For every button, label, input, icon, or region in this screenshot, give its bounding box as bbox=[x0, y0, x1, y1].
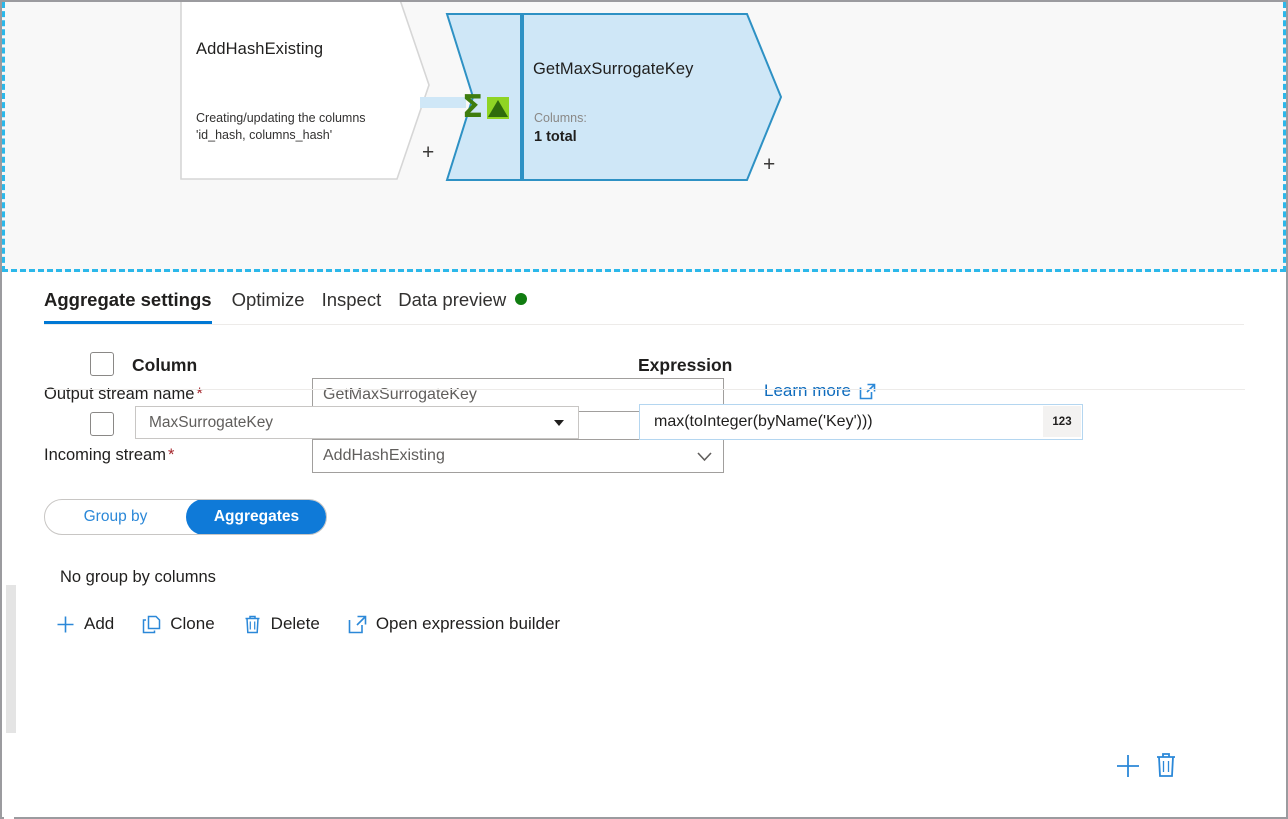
tab-label: Inspect bbox=[322, 289, 382, 310]
data-flow-transformation-window: AddHashExisting Creating/updating the co… bbox=[0, 0, 1288, 819]
delete-button[interactable]: Delete bbox=[243, 614, 320, 634]
tab-label: Data preview bbox=[398, 289, 506, 310]
expression-input[interactable]: max(toInteger(byName('Key'))) 123 bbox=[639, 404, 1083, 440]
row-select-checkbox[interactable] bbox=[90, 412, 114, 436]
aggregates-toolbar: Add Clone Delete bbox=[56, 610, 588, 638]
graph-node-addhashexisting[interactable]: AddHashExisting Creating/updating the co… bbox=[180, 2, 430, 180]
svg-text:Σ: Σ bbox=[462, 89, 483, 125]
tab-list: Aggregate settings Optimize Inspect Data… bbox=[44, 289, 544, 324]
tab-label: Aggregate settings bbox=[44, 289, 212, 310]
group-by-note: No group by columns bbox=[60, 568, 216, 587]
add-button-label: Add bbox=[84, 614, 114, 634]
clone-button-label: Clone bbox=[170, 614, 214, 634]
toggle-group-by[interactable]: Group by bbox=[45, 500, 186, 534]
open-expression-builder-label: Open expression builder bbox=[376, 614, 560, 634]
toggle-group-by-label: Group by bbox=[84, 508, 148, 526]
status-dot-icon bbox=[515, 293, 527, 305]
open-expression-builder-button[interactable]: Open expression builder bbox=[348, 614, 560, 634]
node-columns-caption: Columns: bbox=[534, 111, 587, 125]
tab-aggregate-settings[interactable]: Aggregate settings bbox=[44, 289, 232, 324]
add-downstream-node-button[interactable]: + bbox=[422, 142, 434, 163]
external-link-icon bbox=[348, 615, 367, 634]
node-shape bbox=[180, 2, 430, 180]
add-downstream-node-button[interactable]: + bbox=[763, 154, 775, 175]
expression-value: max(toInteger(byName('Key'))) bbox=[654, 405, 873, 438]
groupby-aggregates-toggle[interactable]: Group by Aggregates bbox=[44, 499, 327, 535]
node-description-line2: 'id_hash, columns_hash' bbox=[196, 127, 366, 144]
divider bbox=[44, 324, 1244, 325]
trash-icon bbox=[243, 615, 262, 634]
delete-button-label: Delete bbox=[271, 614, 320, 634]
row-add-button[interactable] bbox=[1115, 753, 1141, 779]
toggle-aggregates[interactable]: Aggregates bbox=[186, 499, 327, 535]
node-description-line1: Creating/updating the columns bbox=[196, 110, 366, 127]
graph-node-getmaxsurrogatekey[interactable]: Σ GetMaxSurrogateKey Columns: 1 total + bbox=[445, 12, 790, 182]
expression-type-badge: 123 bbox=[1043, 406, 1081, 437]
tab-inspect[interactable]: Inspect bbox=[322, 289, 399, 324]
tab-label: Optimize bbox=[232, 289, 305, 310]
column-header-column: Column bbox=[132, 355, 197, 376]
column-name-value: MaxSurrogateKey bbox=[149, 407, 273, 438]
clone-button[interactable]: Clone bbox=[142, 614, 214, 634]
copy-icon bbox=[142, 615, 161, 634]
select-all-checkbox[interactable] bbox=[90, 352, 114, 376]
node-title: GetMaxSurrogateKey bbox=[533, 60, 693, 79]
node-description: Creating/updating the columns 'id_hash, … bbox=[196, 110, 366, 144]
node-columns-value: 1 total bbox=[534, 129, 577, 145]
toggle-aggregates-label: Aggregates bbox=[214, 508, 299, 526]
table-header-row: Column Expression bbox=[44, 338, 1245, 390]
vertical-scrollbar-thumb[interactable] bbox=[6, 585, 16, 733]
canvas-graph: AddHashExisting Creating/updating the co… bbox=[5, 2, 1283, 269]
table-row: MaxSurrogateKey max(toInteger(byName('Ke… bbox=[44, 390, 1245, 458]
plus-icon bbox=[56, 615, 75, 634]
column-name-select[interactable]: MaxSurrogateKey bbox=[135, 406, 579, 439]
caret-down-icon bbox=[554, 420, 564, 426]
data-flow-canvas[interactable]: AddHashExisting Creating/updating the co… bbox=[2, 2, 1286, 272]
tab-data-preview[interactable]: Data preview bbox=[398, 289, 544, 324]
row-delete-button[interactable] bbox=[1154, 752, 1178, 778]
tab-optimize[interactable]: Optimize bbox=[232, 289, 322, 324]
settings-tab-strip: Aggregate settings Optimize Inspect Data… bbox=[2, 275, 1286, 338]
column-header-expression: Expression bbox=[638, 355, 732, 376]
add-button[interactable]: Add bbox=[56, 614, 114, 634]
aggregate-sigma-icon: Σ bbox=[462, 84, 512, 130]
vertical-scrollbar-track[interactable] bbox=[4, 275, 14, 819]
node-title: AddHashExisting bbox=[196, 40, 323, 59]
